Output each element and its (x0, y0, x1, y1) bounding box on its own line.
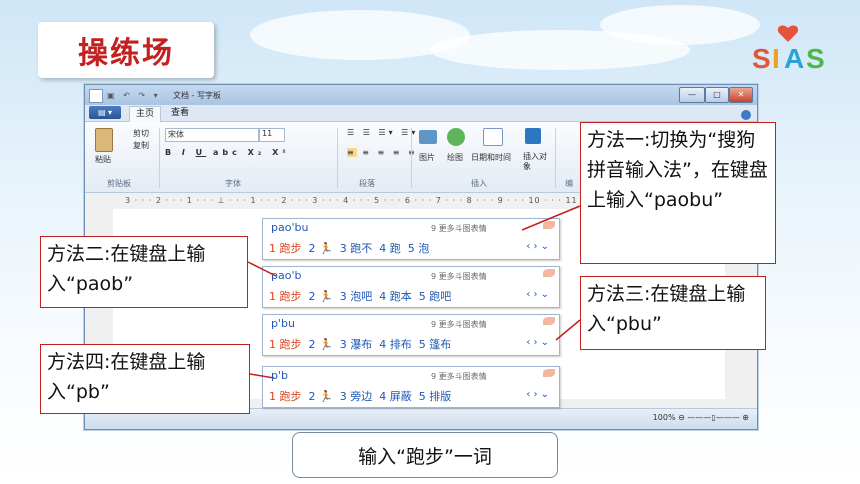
divider (337, 128, 338, 188)
font-size-select[interactable]: 11 (259, 128, 285, 142)
callout-method-2: 方法二:在键盘上输入“paob” (40, 236, 248, 308)
ime-candidates: 1 跑步 2 🏃 3 泡吧 4 跑本 5 跑吧 (269, 288, 451, 304)
help-icon[interactable] (741, 110, 751, 120)
tab-home[interactable]: 主页 (129, 106, 162, 122)
ime-page-nav[interactable]: ‹ › ⌄ (526, 241, 549, 252)
cloud-decoration (600, 5, 760, 45)
ime-input-text: p'b (271, 369, 288, 382)
wordpad-app-icon[interactable] (89, 89, 103, 103)
insert-datetime-button[interactable]: 日期和时间 (471, 152, 511, 163)
ime-candidate-panel: pao'b 9 更多斗图表情 1 跑步 2 🏃 3 泡吧 4 跑本 5 跑吧 ‹… (262, 266, 560, 308)
ime-candidates: 1 跑步 2 🏃 3 跑不 4 跑 5 泡 (269, 240, 429, 256)
quick-access-toolbar[interactable]: ▣ ↶ ↷ ▾ (107, 91, 161, 100)
ime-more-hint[interactable]: 9 更多斗图表情 (431, 371, 487, 382)
slide-title: 操练场 (38, 22, 214, 78)
close-button[interactable]: ✕ (729, 87, 753, 103)
font-format-buttons[interactable]: B I U abc X₂ X² (165, 148, 290, 157)
zoom-in-icon[interactable]: ⊕ (742, 413, 749, 422)
divider (159, 128, 160, 188)
ime-candidate[interactable]: 3 旁边 (340, 390, 373, 403)
ime-candidate[interactable]: 4 排布 (379, 338, 412, 351)
ime-candidate-panel: pao'bu 9 更多斗图表情 1 跑步 2 🏃 3 跑不 4 跑 5 泡 ‹ … (262, 218, 560, 260)
ime-candidate[interactable]: 1 跑步 (269, 242, 302, 255)
font-group-label: 字体 (225, 179, 241, 188)
ime-candidate[interactable]: 3 瀑布 (340, 338, 373, 351)
window-title: 文档 - 写字板 (173, 91, 221, 100)
ime-more-hint[interactable]: 9 更多斗图表情 (431, 223, 487, 234)
ime-page-nav[interactable]: ‹ › ⌄ (526, 289, 549, 300)
minimize-button[interactable]: — (679, 87, 705, 103)
ime-candidate[interactable]: 2 🏃 (309, 338, 333, 351)
leaf-icon (543, 221, 555, 229)
edit-group-label: 编 (565, 179, 573, 188)
ime-candidate[interactable]: 1 跑步 (269, 390, 302, 403)
ime-candidates: 1 跑步 2 🏃 3 旁边 4 屏蔽 5 排版 (269, 388, 451, 404)
ime-more-hint[interactable]: 9 更多斗图表情 (431, 319, 487, 330)
leaf-icon (543, 369, 555, 377)
ime-candidate[interactable]: 2 🏃 (309, 242, 333, 255)
sias-logo: S I A S (752, 25, 825, 74)
ime-candidate[interactable]: 3 跑不 (340, 242, 373, 255)
ime-more-hint[interactable]: 9 更多斗图表情 (431, 271, 487, 282)
ime-candidate[interactable]: 5 篷布 (419, 338, 452, 351)
app-menu-button[interactable]: ▤ ▾ (89, 106, 121, 119)
ime-candidate[interactable]: 1 跑步 (269, 338, 302, 351)
ime-candidate[interactable]: 5 跑吧 (419, 290, 452, 303)
tab-view[interactable]: 查看 (165, 106, 195, 121)
ime-candidates: 1 跑步 2 🏃 3 瀑布 4 排布 5 篷布 (269, 336, 451, 352)
insert-object-button[interactable]: 插入对象 (523, 152, 547, 172)
zoom-control[interactable]: 100% ⊖ ———▯——— ⊕ (653, 413, 749, 422)
ime-candidate-panel: p'b 9 更多斗图表情 1 跑步 2 🏃 3 旁边 4 屏蔽 5 排版 ‹ ›… (262, 366, 560, 408)
caption-box: 输入“跑步”一词 (292, 432, 558, 478)
ime-input-text: p'bu (271, 317, 295, 330)
svg-text:S: S (752, 43, 771, 74)
svg-text:S: S (806, 43, 825, 74)
ime-candidate[interactable]: 2 🏃 (309, 390, 333, 403)
ime-candidate[interactable]: 1 跑步 (269, 290, 302, 303)
paragraph-group-label: 段落 (359, 179, 375, 188)
ime-candidate[interactable]: 3 泡吧 (340, 290, 373, 303)
svg-text:A: A (784, 43, 804, 74)
paragraph-indent-buttons[interactable]: ☰ ☰ ☰▾ ☰▾ (347, 128, 418, 137)
alignment-buttons[interactable]: ≡ ≡ ≡ ≡ ≡ (347, 148, 418, 157)
ime-candidate[interactable]: 4 跑 (379, 242, 401, 255)
picture-icon[interactable] (419, 130, 437, 144)
window-titlebar: ▣ ↶ ↷ ▾ 文档 - 写字板 — □ ✕ (85, 85, 757, 105)
ribbon-tabs: ▤ ▾ 主页 查看 (85, 105, 757, 122)
zoom-level: 100% (652, 413, 676, 422)
paste-button[interactable]: 粘贴 (95, 154, 111, 165)
callout-method-4: 方法四:在键盘上输入“pb” (40, 344, 250, 414)
zoom-out-icon[interactable]: ⊖ (678, 413, 685, 422)
maximize-button[interactable]: □ (705, 87, 729, 103)
ime-candidate[interactable]: 4 屏蔽 (379, 390, 412, 403)
divider (411, 128, 412, 188)
calendar-icon[interactable] (483, 128, 503, 146)
copy-button[interactable]: 复制 (133, 140, 149, 151)
ime-input-text: pao'b (271, 269, 302, 282)
ime-page-nav[interactable]: ‹ › ⌄ (526, 389, 549, 400)
insert-paint-button[interactable]: 绘图 (447, 152, 463, 163)
paint-icon[interactable] (447, 128, 465, 146)
cut-button[interactable]: 剪切 (133, 128, 149, 139)
clipboard-group-label: 剪贴板 (107, 179, 131, 188)
divider (555, 128, 556, 188)
ime-candidate-panel: p'bu 9 更多斗图表情 1 跑步 2 🏃 3 瀑布 4 排布 5 篷布 ‹ … (262, 314, 560, 356)
leaf-icon (543, 317, 555, 325)
paste-icon[interactable] (95, 128, 113, 152)
object-icon[interactable] (525, 128, 541, 144)
insert-picture-button[interactable]: 图片 (419, 152, 435, 163)
ime-candidate[interactable]: 5 排版 (419, 390, 452, 403)
callout-method-3: 方法三:在键盘上输入“pbu” (580, 276, 766, 350)
ime-candidate[interactable]: 5 泡 (408, 242, 430, 255)
callout-method-1: 方法一:切换为“搜狗拼音输入法”，在键盘上输入“paobu” (580, 122, 776, 264)
ime-candidate[interactable]: 4 跑本 (379, 290, 412, 303)
ime-input-text: pao'bu (271, 221, 309, 234)
leaf-icon (543, 269, 555, 277)
ime-page-nav[interactable]: ‹ › ⌄ (526, 337, 549, 348)
zoom-slider[interactable]: ———▯——— (687, 413, 739, 422)
ime-candidate[interactable]: 2 🏃 (309, 290, 333, 303)
font-name-select[interactable]: 宋体 (165, 128, 259, 142)
svg-text:I: I (772, 43, 780, 74)
insert-group-label: 插入 (471, 179, 487, 188)
